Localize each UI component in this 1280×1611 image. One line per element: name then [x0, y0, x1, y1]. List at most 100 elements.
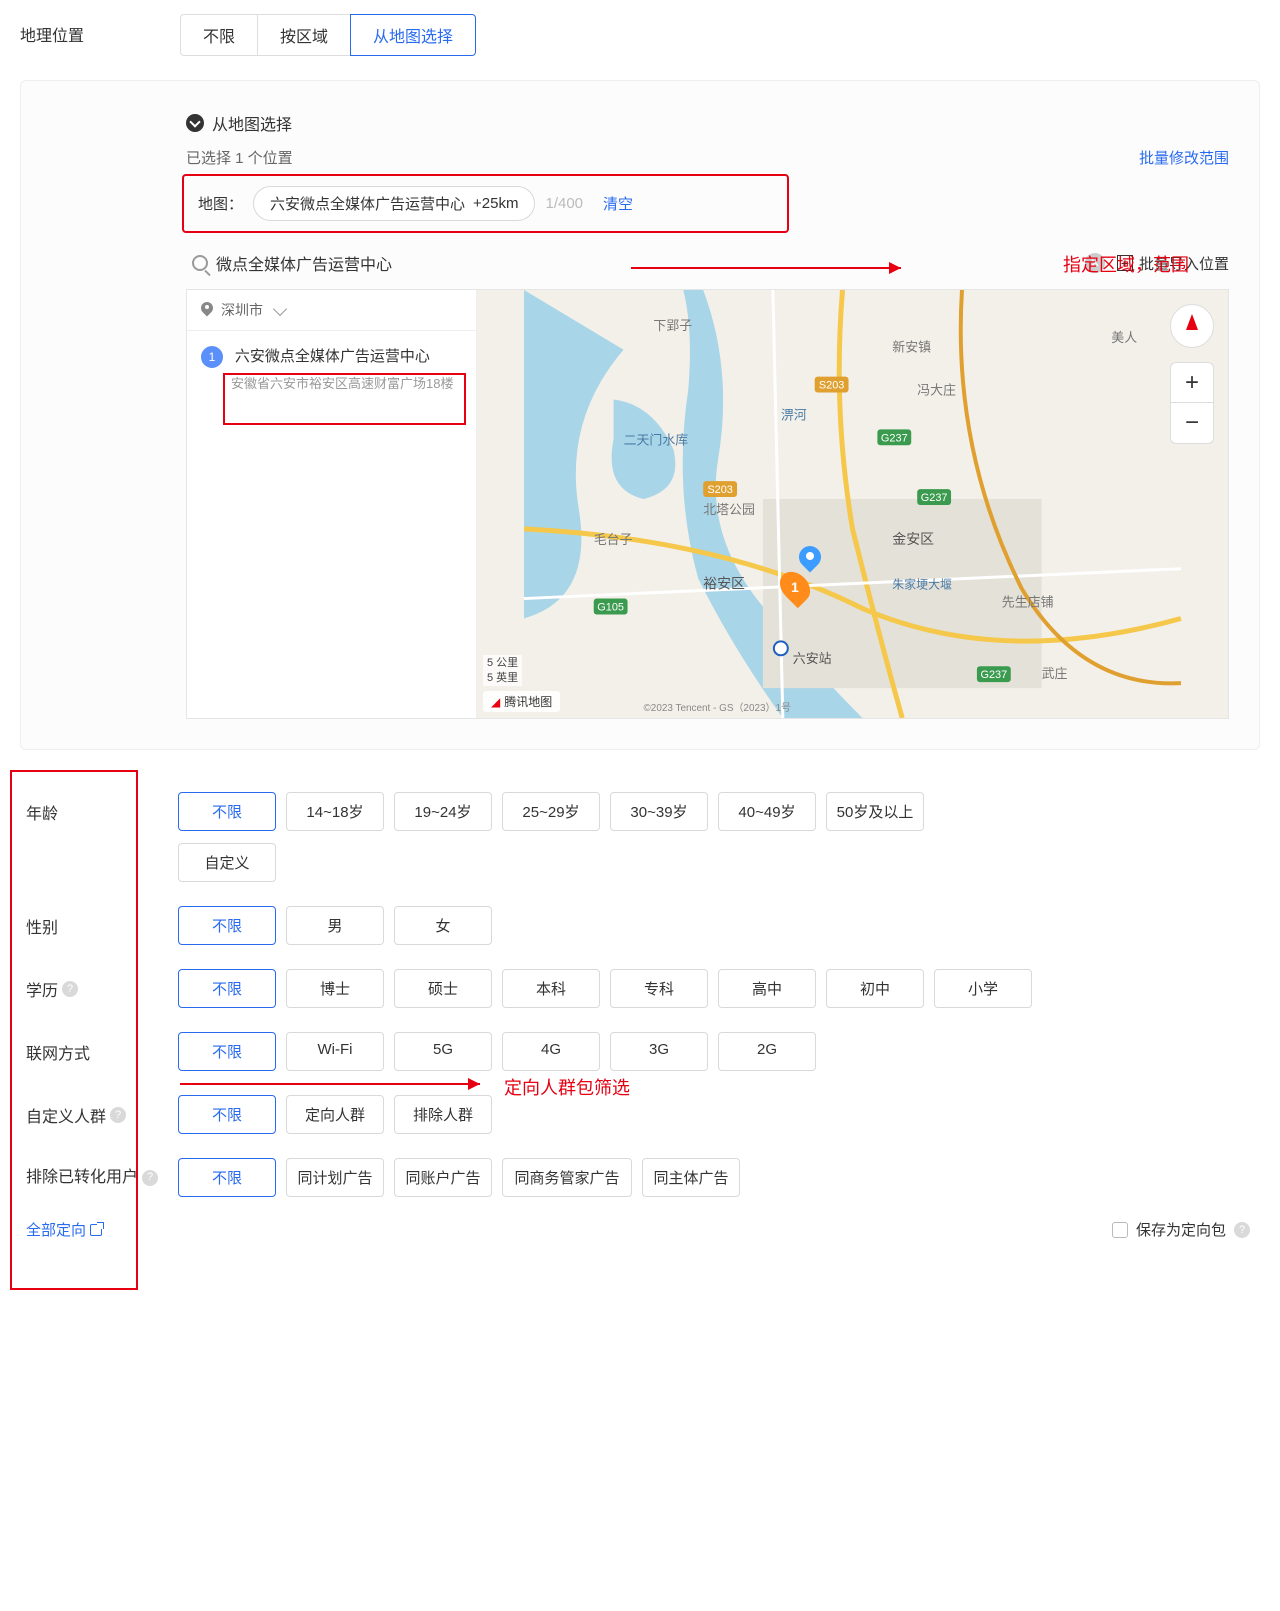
age-opt-30-39[interactable]: 30~39岁 — [610, 792, 708, 831]
result-address: 安徽省六安市裕安区高速财富广场18楼 — [231, 374, 462, 395]
map-panel-title: 从地图选择 — [212, 111, 292, 135]
zoom-control: + − — [1170, 362, 1214, 444]
svg-text:金安区: 金安区 — [892, 531, 934, 547]
age-opt-custom[interactable]: 自定义 — [178, 843, 276, 882]
excl-opt-unlimited[interactable]: 不限 — [178, 1158, 276, 1197]
help-icon[interactable]: ? — [62, 981, 78, 997]
geo-tab-unlimited[interactable]: 不限 — [180, 14, 258, 56]
city-selector[interactable]: 深圳市 — [187, 290, 476, 331]
geo-tab-region[interactable]: 按区域 — [258, 14, 351, 56]
svg-text:S203: S203 — [707, 484, 733, 496]
edu-opt-phd[interactable]: 博士 — [286, 969, 384, 1008]
geo-label: 地理位置 — [20, 14, 180, 46]
selected-location-chip[interactable]: 六安微点全媒体广告运营中心 +25km — [253, 186, 535, 221]
svg-text:G237: G237 — [881, 432, 908, 444]
svg-text:G105: G105 — [597, 602, 624, 614]
excl-opt-entity[interactable]: 同主体广告 — [642, 1158, 740, 1197]
net-opt-2g[interactable]: 2G — [718, 1032, 816, 1071]
svg-text:二天门水库: 二天门水库 — [624, 432, 689, 447]
net-opt-5g[interactable]: 5G — [394, 1032, 492, 1071]
gender-opt-female[interactable]: 女 — [394, 906, 492, 945]
batch-edit-range-link[interactable]: 批量修改范围 — [1139, 147, 1229, 168]
search-results-panel: 深圳市 1 六安微点全媒体广告运营中心 安徽省六安市裕安区高速财富广场18楼 — [187, 290, 477, 718]
targeting-options: 年龄 不限 14~18岁 19~24岁 25~29岁 30~39岁 40~49岁… — [0, 780, 1280, 1270]
all-targeting-link[interactable]: 全部定向 — [26, 1219, 102, 1240]
chip-name: 六安微点全媒体广告运营中心 — [270, 193, 465, 214]
map-area: 深圳市 1 六安微点全媒体广告运营中心 安徽省六安市裕安区高速财富广场18楼 — [186, 289, 1229, 719]
network-label: 联网方式 — [20, 1040, 160, 1064]
zoom-in-button[interactable]: + — [1171, 363, 1213, 403]
edu-label: 学历? — [20, 977, 160, 1001]
svg-text:S203: S203 — [819, 380, 845, 392]
net-opt-wifi[interactable]: Wi-Fi — [286, 1032, 384, 1071]
svg-text:冯大庄: 冯大庄 — [917, 383, 956, 398]
age-opt-19-24[interactable]: 19~24岁 — [394, 792, 492, 831]
age-opt-25-29[interactable]: 25~29岁 — [502, 792, 600, 831]
svg-text:G237: G237 — [921, 492, 948, 504]
annotation-text-1: 指定区域，范围 — [1063, 251, 1189, 277]
search-icon — [192, 255, 208, 271]
collapse-icon[interactable] — [186, 114, 204, 132]
chevron-down-icon — [273, 301, 287, 315]
zoom-out-button[interactable]: − — [1171, 403, 1213, 443]
svg-text:淠河: 淠河 — [781, 407, 807, 422]
search-value: 微点全媒体广告运营中心 — [216, 251, 392, 275]
crowd-opt-include[interactable]: 定向人群 — [286, 1095, 384, 1134]
map-scale: 5 公里 5 英里 — [483, 655, 522, 686]
annotation-text-2: 定向人群包筛选 — [504, 1074, 630, 1100]
age-opt-unlimited[interactable]: 不限 — [178, 792, 276, 831]
svg-text:©2023 Tencent - GS（2023）1号: ©2023 Tencent - GS（2023）1号 — [643, 702, 791, 714]
selected-count: 已选择 1 个位置 — [186, 147, 293, 168]
svg-text:武庄: 武庄 — [1042, 666, 1068, 681]
map-svg: 下郢子 新安镇 美人 冯大庄 二天门水库 淠河 毛台子 北塔公园 金安区 裕安区… — [477, 290, 1228, 718]
map-chip-label: 地图： — [198, 193, 243, 214]
edu-opt-unlimited[interactable]: 不限 — [178, 969, 276, 1008]
excl-opt-account[interactable]: 同账户广告 — [394, 1158, 492, 1197]
edu-opt-master[interactable]: 硕士 — [394, 969, 492, 1008]
net-opt-3g[interactable]: 3G — [610, 1032, 708, 1071]
svg-text:先生店铺: 先生店铺 — [1002, 595, 1054, 610]
exclude-converted-label: 排除已转化用户? — [20, 1166, 160, 1190]
svg-text:G237: G237 — [980, 669, 1007, 681]
edu-opt-college[interactable]: 专科 — [610, 969, 708, 1008]
chip-count: 1/400 — [545, 195, 583, 212]
net-opt-unlimited[interactable]: 不限 — [178, 1032, 276, 1071]
result-number-badge: 1 — [201, 346, 223, 368]
edu-opt-primary[interactable]: 小学 — [934, 969, 1032, 1008]
geo-tab-map[interactable]: 从地图选择 — [350, 14, 476, 56]
net-opt-4g[interactable]: 4G — [502, 1032, 600, 1071]
gender-opt-male[interactable]: 男 — [286, 906, 384, 945]
map-marker-1[interactable]: 1 — [782, 570, 808, 604]
external-link-icon — [90, 1224, 102, 1236]
search-result-item[interactable]: 1 六安微点全媒体广告运营中心 安徽省六安市裕安区高速财富广场18楼 — [187, 331, 476, 409]
checkbox-icon — [1112, 1222, 1128, 1238]
tencent-map-badge: ◢腾讯地图 — [483, 691, 560, 712]
city-name: 深圳市 — [221, 300, 263, 320]
svg-text:裕安区: 裕安区 — [703, 576, 745, 592]
gender-opt-unlimited[interactable]: 不限 — [178, 906, 276, 945]
help-icon[interactable]: ? — [110, 1107, 126, 1123]
help-icon[interactable]: ? — [142, 1170, 158, 1186]
clear-locations-link[interactable]: 清空 — [603, 193, 633, 214]
compass-control[interactable] — [1170, 304, 1214, 348]
save-as-pack-checkbox[interactable]: 保存为定向包 ? — [1112, 1219, 1250, 1240]
edu-opt-bachelor[interactable]: 本科 — [502, 969, 600, 1008]
excl-opt-business[interactable]: 同商务管家广告 — [502, 1158, 632, 1197]
custom-crowd-label: 自定义人群? — [20, 1103, 160, 1127]
excl-opt-plan[interactable]: 同计划广告 — [286, 1158, 384, 1197]
edu-opt-junior[interactable]: 初中 — [826, 969, 924, 1008]
age-opt-50plus[interactable]: 50岁及以上 — [826, 792, 924, 831]
age-opt-14-18[interactable]: 14~18岁 — [286, 792, 384, 831]
location-search-input[interactable]: 微点全媒体广告运营中心 — [186, 247, 1073, 279]
result-title: 六安微点全媒体广告运营中心 — [235, 348, 430, 365]
svg-text:朱家埂大堰: 朱家埂大堰 — [892, 577, 952, 592]
geo-tabs: 不限 按区域 从地图选择 — [180, 14, 1260, 56]
crowd-opt-exclude[interactable]: 排除人群 — [394, 1095, 492, 1134]
svg-text:北塔公园: 北塔公园 — [703, 502, 755, 517]
help-icon[interactable]: ? — [1234, 1222, 1250, 1238]
edu-opt-high[interactable]: 高中 — [718, 969, 816, 1008]
map-canvas[interactable]: 下郢子 新安镇 美人 冯大庄 二天门水库 淠河 毛台子 北塔公园 金安区 裕安区… — [477, 290, 1228, 718]
svg-text:毛台子: 毛台子 — [594, 532, 633, 547]
age-opt-40-49[interactable]: 40~49岁 — [718, 792, 816, 831]
crowd-opt-unlimited[interactable]: 不限 — [178, 1095, 276, 1134]
